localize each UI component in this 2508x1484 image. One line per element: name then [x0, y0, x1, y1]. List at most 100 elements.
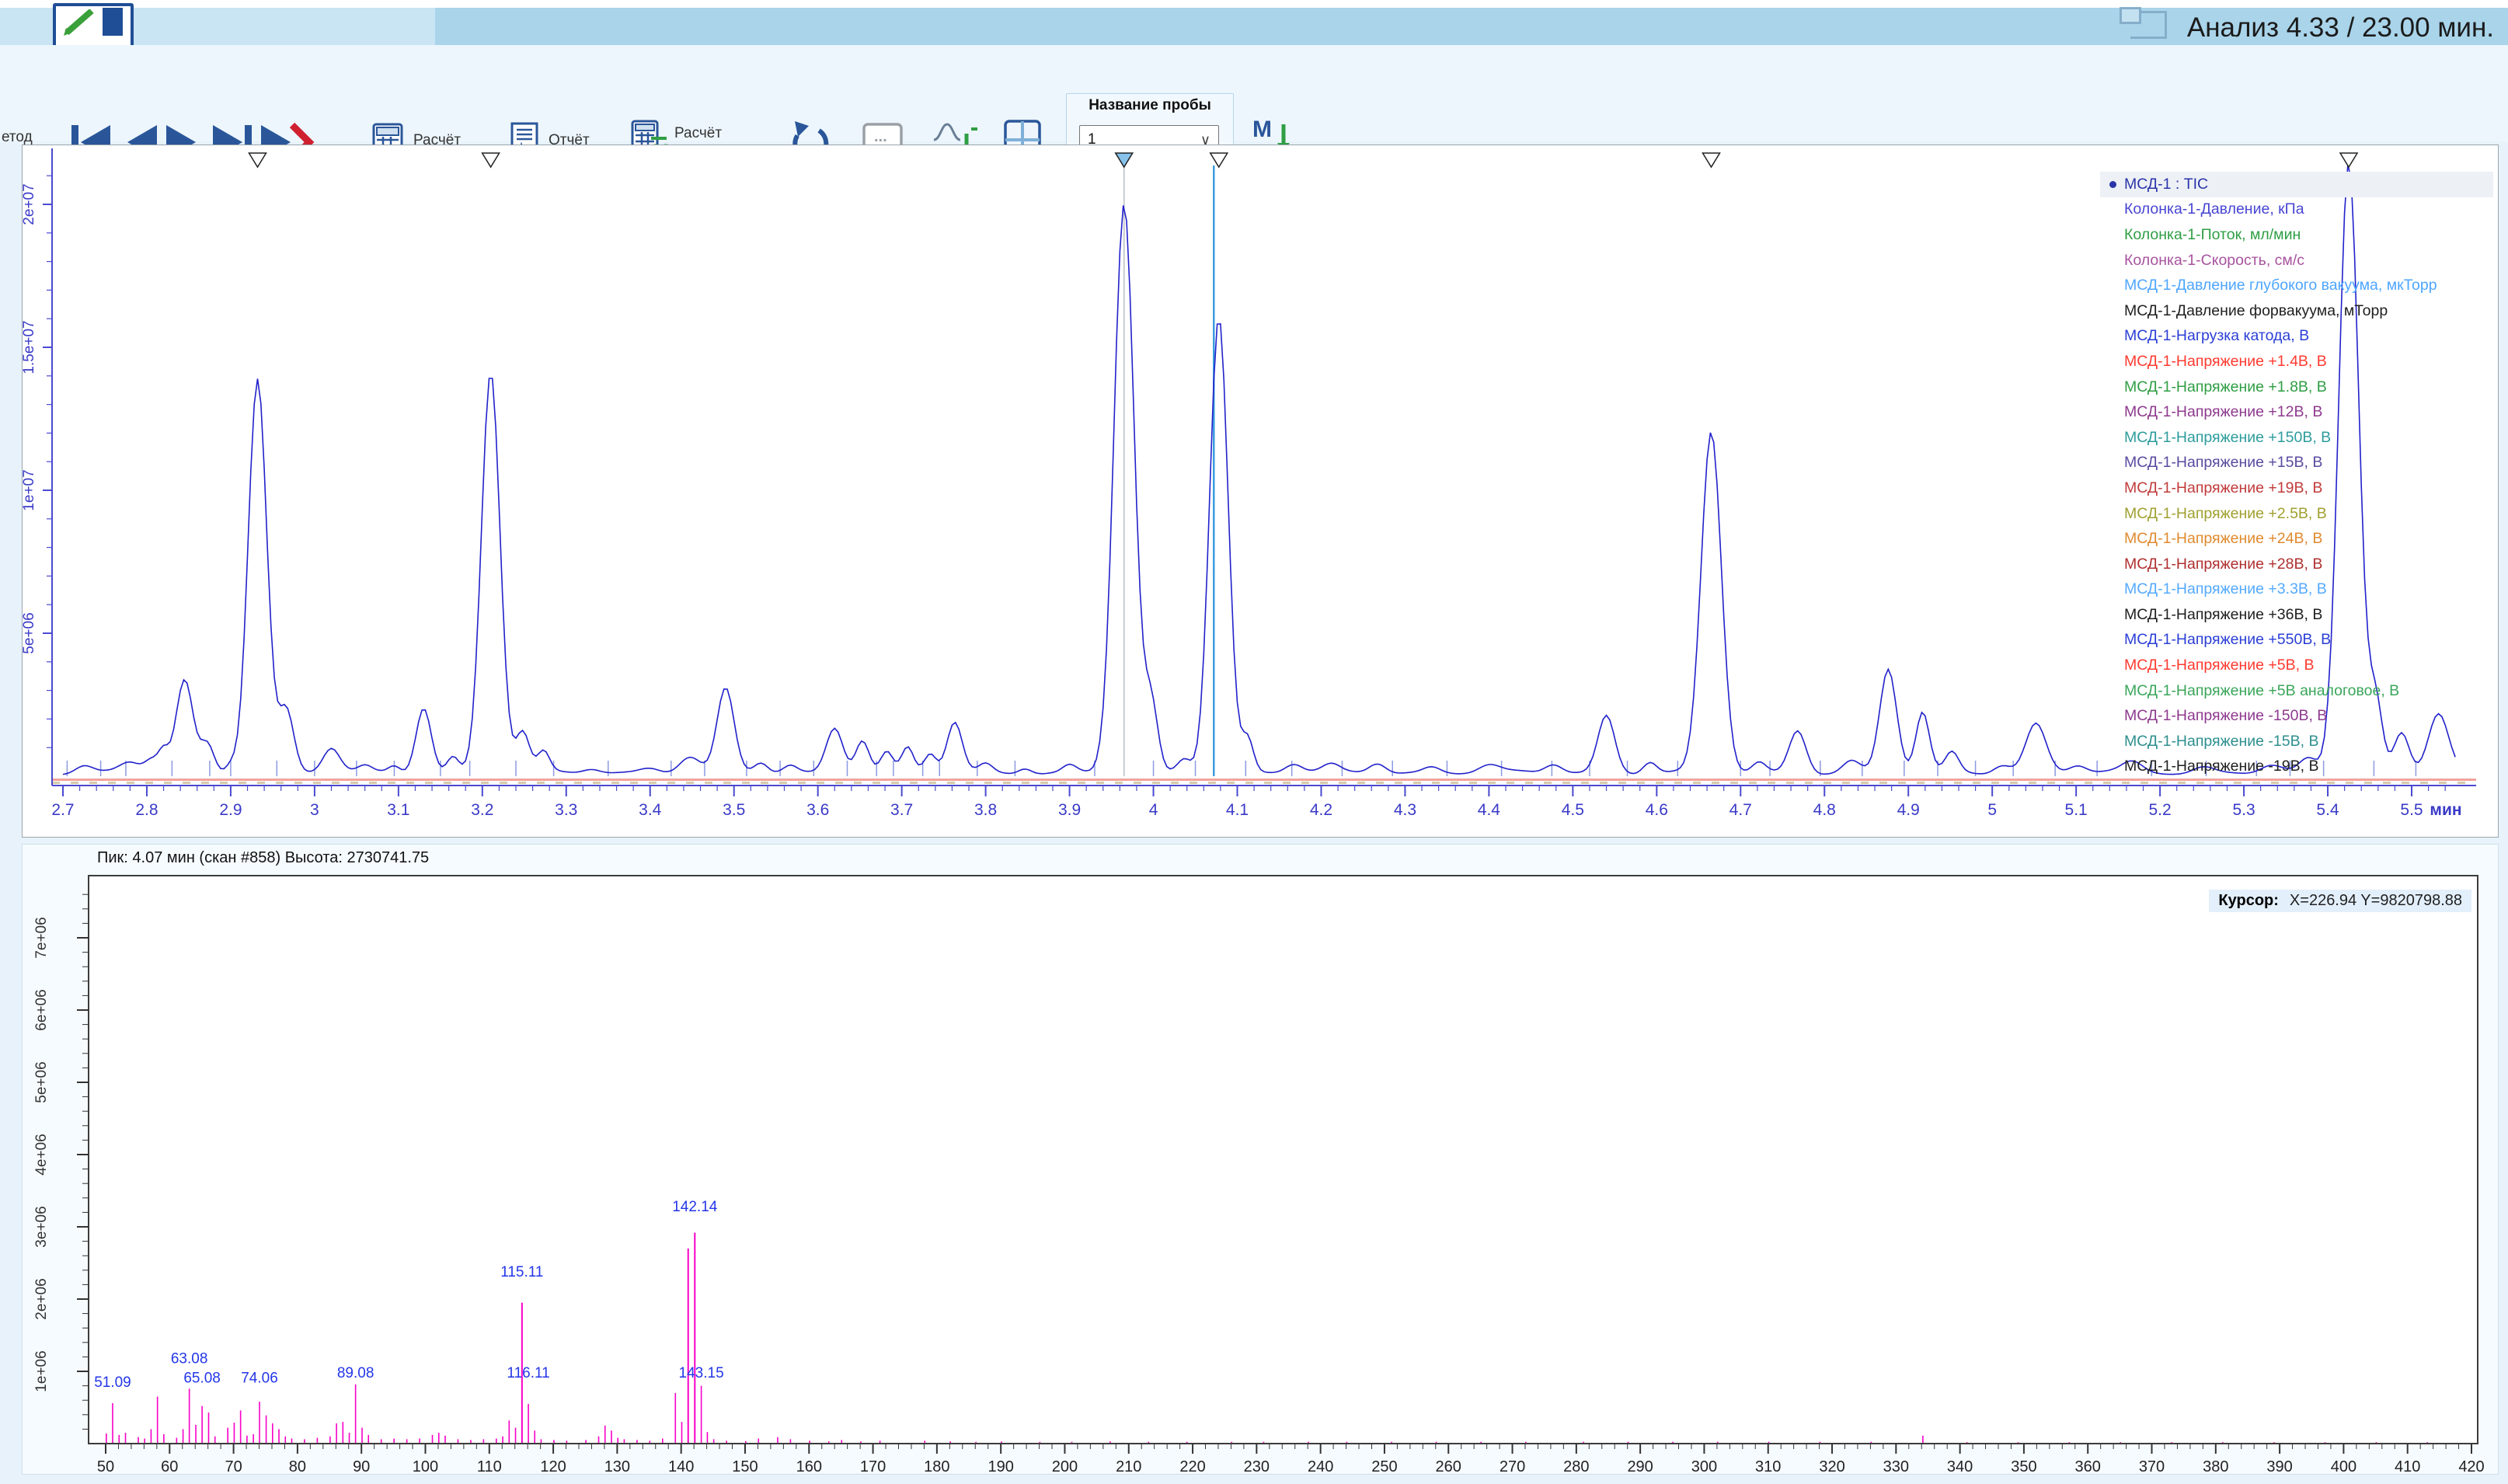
legend-item[interactable]: МСД-1-Напряжение +36В, В [2100, 602, 2493, 628]
legend-item[interactable]: МСД-1-Напряжение -19В, В [2100, 754, 2493, 780]
legend-item-label: МСД-1-Напряжение +28В, В [2124, 556, 2322, 573]
legend-item[interactable]: Колонка-1-Давление, кПа [2100, 197, 2493, 223]
svg-text:100: 100 [413, 1458, 438, 1474]
spectrum-peak-label: 115.11 [500, 1264, 543, 1280]
legend-item-label: МСД-1-Напряжение +1.4В, В [2124, 353, 2327, 371]
legend-item[interactable]: МСД-1-Напряжение +12В, В [2100, 399, 2493, 425]
svg-text:5e+06: 5e+06 [33, 1061, 50, 1103]
mass-spectrum-plot[interactable]: 1e+062e+063e+064e+065e+066e+067e+0650607… [23, 845, 2498, 1474]
legend-item[interactable]: МСД-1-Напряжение +550В, В [2100, 628, 2493, 653]
legend-item[interactable]: МСД-1-Напряжение +5В аналоговое, В [2100, 678, 2493, 704]
legend-item[interactable]: Колонка-1-Скорость, см/с [2100, 248, 2493, 273]
legend-item[interactable]: МСД-1-Напряжение +28В, В [2100, 552, 2493, 577]
svg-text:...: ... [874, 128, 887, 145]
svg-text:3: 3 [310, 801, 319, 819]
legend-item[interactable]: МСД-1-Напряжение +15В, В [2100, 451, 2493, 476]
legend-item[interactable]: МСД-1-Напряжение +24В, В [2100, 526, 2493, 552]
spectrum-peak-label: 89.08 [337, 1365, 374, 1381]
legend-item[interactable]: МСД-1-Напряжение +5В, В [2100, 653, 2493, 678]
svg-text:3e+06: 3e+06 [33, 1206, 50, 1247]
legend-item-label: Колонка-1-Скорость, см/с [2124, 252, 2304, 270]
svg-text:140: 140 [668, 1458, 694, 1474]
peak-marker[interactable] [482, 153, 500, 167]
legend-item[interactable]: МСД-1 : TIC [2100, 172, 2493, 197]
svg-text:5.1: 5.1 [2065, 801, 2088, 819]
svg-text:5.3: 5.3 [2232, 801, 2255, 819]
svg-text:150: 150 [732, 1458, 758, 1474]
method-button-partial[interactable]: етод [2, 129, 33, 146]
svg-text:4.4: 4.4 [1478, 801, 1501, 819]
signal-legend: МСД-1 : TICКолонка-1-Давление, кПа Колонк… [2100, 172, 2493, 779]
peak-marker[interactable] [249, 153, 266, 167]
peak-marker[interactable] [2340, 153, 2357, 167]
legend-item-label: МСД-1-Напряжение +2.5В, В [2124, 505, 2327, 523]
svg-text:90: 90 [353, 1458, 370, 1474]
svg-text:2.8: 2.8 [135, 801, 158, 819]
legend-item-label: МСД-1-Напряжение +24В, В [2124, 530, 2322, 548]
legend-item-label: МСД-1-Напряжение -15В, В [2124, 733, 2318, 751]
svg-text:3.5: 3.5 [723, 801, 745, 819]
spectrum-panel: Пик: 4.07 мин (скан #858) Высота: 273074… [22, 844, 2499, 1475]
legend-item[interactable]: МСД-1-Напряжение +1.8В, В [2100, 374, 2493, 400]
legend-item-label: МСД-1-Напряжение +1.8В, В [2124, 378, 2327, 396]
toolbar: етод Расчёт [0, 45, 2508, 141]
svg-text:5: 5 [1987, 801, 1997, 819]
svg-text:370: 370 [2139, 1458, 2165, 1474]
legend-item[interactable]: МСД-1-Напряжение +150В, В [2100, 425, 2493, 451]
svg-text:4.1: 4.1 [1226, 801, 1249, 819]
peak-marker[interactable] [1210, 153, 1228, 167]
legend-item-label: МСД-1-Напряжение +5В аналоговое, В [2124, 682, 2399, 700]
svg-text:2e+06: 2e+06 [33, 1278, 50, 1319]
legend-item-label: МСД-1-Напряжение -150В, В [2124, 707, 2327, 725]
legend-item[interactable]: МСД-1-Напряжение -150В, В [2100, 703, 2493, 729]
peak-marker[interactable] [1702, 153, 1719, 167]
svg-text:2.7: 2.7 [51, 801, 74, 819]
svg-text:260: 260 [1436, 1458, 1461, 1474]
svg-text:200: 200 [1052, 1458, 1078, 1474]
svg-text:4.3: 4.3 [1394, 801, 1416, 819]
spectrum-peak-label: 74.06 [241, 1370, 278, 1386]
legend-item-label: МСД-1-Напряжение +15В, В [2124, 454, 2322, 472]
svg-text:5.5: 5.5 [2400, 801, 2423, 819]
legend-item[interactable]: Колонка-1-Поток, мл/мин [2100, 222, 2493, 248]
svg-text:220: 220 [1179, 1458, 1205, 1474]
legend-item[interactable]: МСД-1-Давление глубокого вакуума, мкТорр [2100, 273, 2493, 298]
legend-item[interactable]: МСД-1-Напряжение -15В, В [2100, 729, 2493, 754]
cursor-readout: Курсор:X=226.94 Y=9820798.88 [2209, 890, 2471, 912]
legend-item-label: Колонка-1-Поток, мл/мин [2124, 226, 2301, 244]
legend-item-label: МСД-1-Напряжение +550В, В [2124, 631, 2331, 649]
legend-item[interactable]: МСД-1-Напряжение +19В, В [2100, 476, 2493, 501]
cursor-label: Курсор: [2218, 892, 2279, 909]
svg-text:4.7: 4.7 [1729, 801, 1752, 819]
svg-text:400: 400 [2331, 1458, 2356, 1474]
svg-text:420: 420 [2458, 1458, 2484, 1474]
svg-text:3.6: 3.6 [806, 801, 829, 819]
edit-method-icon[interactable] [53, 3, 134, 48]
svg-text:280: 280 [1563, 1458, 1589, 1474]
legend-item-label: МСД-1-Напряжение +36В, В [2124, 606, 2322, 624]
svg-text:60: 60 [161, 1458, 178, 1474]
legend-item[interactable]: МСД-1-Давление форвакуума, мТорр [2100, 298, 2493, 324]
legend-item[interactable]: МСД-1-Нагрузка катода, В [2100, 324, 2493, 350]
legend-item[interactable]: МСД-1-Напряжение +3.3В, В [2100, 577, 2493, 603]
svg-text:300: 300 [1691, 1458, 1717, 1474]
legend-item-label: МСД-1-Напряжение +5В, В [2124, 657, 2315, 674]
svg-text:5.4: 5.4 [2316, 801, 2339, 819]
svg-text:80: 80 [289, 1458, 306, 1474]
spectrum-peak-label: 142.14 [672, 1199, 718, 1215]
svg-text:380: 380 [2203, 1458, 2228, 1474]
window-layout-icon[interactable] [2130, 11, 2167, 39]
svg-text:3.3: 3.3 [555, 801, 577, 819]
legend-item[interactable]: МСД-1-Напряжение +2.5В, В [2100, 501, 2493, 527]
svg-text:350: 350 [2011, 1458, 2036, 1474]
peak-marker[interactable] [1116, 153, 1133, 167]
svg-text:410: 410 [2395, 1458, 2420, 1474]
svg-text:3.9: 3.9 [1058, 801, 1081, 819]
svg-text:4.2: 4.2 [1310, 801, 1332, 819]
svg-text:130: 130 [604, 1458, 630, 1474]
legend-item[interactable]: МСД-1-Напряжение +1.4В, В [2100, 349, 2493, 374]
svg-text:M: M [1252, 118, 1272, 142]
legend-item-label: МСД-1-Напряжение +19В, В [2124, 479, 2322, 497]
svg-text:4: 4 [1149, 801, 1158, 819]
svg-text:4.9: 4.9 [1897, 801, 1920, 819]
